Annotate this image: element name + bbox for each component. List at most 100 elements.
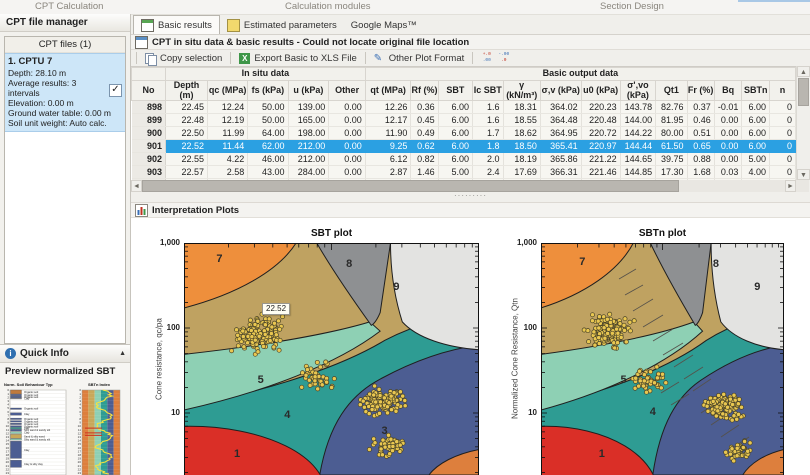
column-header[interactable]: Qt1 bbox=[655, 80, 688, 101]
panel-splitter[interactable]: ········· bbox=[131, 192, 810, 202]
preview-charts: Norm. Soil Behaviour Typ 0 1 2 3 4 5 6 7 8 9 10 11 12… bbox=[2, 381, 128, 475]
interpretation-plots-header: Interpretation Plots bbox=[131, 202, 810, 218]
table-row[interactable]: 903 22.57 2.58 43.00 284.00 0.00 2.87 1.46 5.00 2… bbox=[131, 165, 796, 179]
column-header[interactable]: γ (kN/m³) bbox=[502, 80, 541, 101]
table-cell: 903 bbox=[131, 165, 167, 179]
table-cell: 220.97 bbox=[581, 139, 621, 153]
scroll-up-icon[interactable]: ▲ bbox=[797, 66, 810, 77]
quick-info-panel: i Quick Info ▲ Preview normalized SBT No… bbox=[0, 344, 130, 475]
column-header[interactable]: Rf (%) bbox=[410, 80, 439, 101]
table-cell: 1.68 bbox=[687, 165, 715, 179]
column-header[interactable]: qc (MPa) bbox=[207, 80, 249, 101]
table-cell: 2.58 bbox=[207, 165, 249, 179]
table-cell: 0.88 bbox=[687, 152, 715, 166]
ribbon-tab-calculation-modules[interactable]: Calculation modules bbox=[285, 0, 371, 14]
tab-label: Google Maps™ bbox=[350, 20, 417, 31]
table-row[interactable]: 900 22.50 11.99 64.00 198.00 0.00 11.90 0.49 6.0… bbox=[131, 126, 796, 140]
table-cell: 0 bbox=[769, 152, 796, 166]
table-cell: 144.85 bbox=[620, 165, 657, 179]
table-row[interactable]: 899 22.48 12.19 50.00 165.00 0.00 12.17 0.45 6.0… bbox=[131, 113, 796, 127]
table-cell: 144.44 bbox=[620, 139, 657, 153]
table-cell: 0.00 bbox=[328, 165, 366, 179]
svg-text:Silty sand & sandy silt: Silty sand & sandy silt bbox=[24, 437, 50, 441]
table-cell: 0.00 bbox=[714, 126, 743, 140]
zone-9-label: 9 bbox=[754, 281, 761, 294]
ribbon-tab-cpt-calculation[interactable]: CPT Calculation bbox=[35, 0, 103, 14]
scroll-down-icon[interactable]: ▼ bbox=[797, 169, 810, 180]
table-cell: 902 bbox=[131, 152, 167, 166]
table-cell: 0.00 bbox=[328, 152, 366, 166]
toolbar-separator bbox=[472, 52, 474, 64]
column-header[interactable]: Fr (%) bbox=[686, 80, 715, 101]
table-row[interactable]: 902 22.55 4.22 46.00 212.00 0.00 6.12 0.82 6.00 2… bbox=[131, 152, 796, 166]
table-cell: 901 bbox=[131, 139, 167, 153]
column-header[interactable]: fs (kPa) bbox=[247, 80, 289, 101]
table-cell: 6.00 bbox=[438, 100, 474, 114]
column-header[interactable]: u (kPa) bbox=[287, 80, 330, 101]
tab-basic-results[interactable]: Basic results bbox=[133, 15, 220, 34]
scroll-right-icon[interactable]: ► bbox=[785, 180, 796, 192]
column-header[interactable]: No bbox=[131, 80, 167, 101]
column-header[interactable]: n bbox=[769, 80, 796, 101]
zone-7-label: 7 bbox=[216, 253, 223, 266]
sbtn-plot[interactable]: 7 8 9 5 4 1 bbox=[541, 243, 784, 475]
table-cell: 22.55 bbox=[165, 152, 209, 166]
column-header[interactable]: Depth (m) bbox=[165, 80, 209, 101]
column-header[interactable]: SBT bbox=[437, 80, 474, 101]
table-cell: 12.17 bbox=[365, 113, 412, 127]
column-header[interactable]: Other bbox=[328, 80, 366, 101]
table-cell: 220.48 bbox=[581, 113, 621, 127]
column-header[interactable]: Bq bbox=[713, 80, 743, 101]
zone-5-label: 5 bbox=[257, 373, 264, 386]
export-xls-button[interactable]: X Export Basic to XLS File bbox=[236, 52, 359, 64]
tab-estimated-parameters[interactable]: Estimated parameters bbox=[220, 17, 344, 34]
table-row[interactable]: 901 22.52 11.44 62.00 212.00 0.00 9.25 0.62 6.00… bbox=[131, 139, 796, 153]
table-cell: 62.00 bbox=[247, 139, 289, 153]
table-cell: 6.00 bbox=[741, 139, 770, 153]
table-row[interactable]: 898 22.45 12.24 50.00 139.00 0.00 12.26 0.36 6.0… bbox=[131, 100, 796, 114]
table-cell: 11.90 bbox=[365, 126, 412, 140]
svg-text:Norm. Soil Behaviour Typ: Norm. Soil Behaviour Typ bbox=[4, 382, 53, 387]
cpt-file-item[interactable]: 1. CPTU 7 Depth: 28.10 m Average results… bbox=[5, 53, 125, 132]
cpt-file-unit-weight: Soil unit weight: Auto calc. bbox=[8, 118, 107, 128]
copy-selection-button[interactable]: Copy selection bbox=[142, 52, 225, 66]
collapse-arrow-icon[interactable]: ▲ bbox=[119, 345, 126, 362]
column-header[interactable]: σ,v (kPa) bbox=[539, 80, 582, 101]
tab-google-maps[interactable]: Google Maps™ bbox=[344, 17, 424, 34]
column-header[interactable]: u0 (kPa) bbox=[580, 80, 621, 101]
norm-soil-behaviour-type-chart: Norm. Soil Behaviour Typ0123456789101112… bbox=[4, 382, 67, 475]
svg-text:Clay: Clay bbox=[24, 431, 30, 435]
table-cell: 0 bbox=[769, 100, 796, 114]
column-header[interactable]: σ',vo (kPa) bbox=[619, 80, 657, 101]
table-cell: 43.00 bbox=[247, 165, 289, 179]
results-table-container: In situ data Basic output data No Depth (m) q… bbox=[131, 66, 796, 181]
table-cell: 364.95 bbox=[540, 126, 582, 140]
app-window: CPT Calculation Calculation modules Sect… bbox=[0, 0, 810, 475]
table-cell: 4.22 bbox=[207, 152, 249, 166]
column-header[interactable]: qt (MPa) bbox=[364, 80, 412, 101]
hscroll-thumb[interactable] bbox=[142, 180, 679, 192]
table-vertical-scrollbar[interactable]: ▲ ▼ bbox=[796, 66, 810, 180]
vscroll-thumb[interactable] bbox=[798, 78, 809, 106]
copy-selection-label: Copy selection bbox=[160, 52, 223, 64]
table-cell: 366.31 bbox=[540, 165, 582, 179]
cpt-file-depth: Depth: 28.10 m bbox=[8, 68, 67, 78]
table-cell: 0.62 bbox=[410, 139, 439, 153]
column-header[interactable]: SBTn bbox=[741, 80, 770, 101]
table-cell: 81.95 bbox=[655, 113, 688, 127]
increase-decimal-icon[interactable]: +.0.00 bbox=[479, 51, 494, 65]
average-results-checkbox[interactable]: ✓ bbox=[109, 84, 122, 97]
svg-text:SBTn Index: SBTn Index bbox=[88, 382, 111, 387]
sbt-plot[interactable]: 7 8 9 5 4 3 1 22.52 bbox=[184, 243, 479, 475]
table-cell: 0.45 bbox=[410, 113, 439, 127]
quick-info-header[interactable]: i Quick Info ▲ bbox=[0, 345, 130, 363]
copy-icon bbox=[145, 52, 157, 66]
scroll-left-icon[interactable]: ◄ bbox=[131, 180, 142, 192]
ribbon-tab-section-design[interactable]: Section Design bbox=[600, 0, 664, 14]
other-plot-format-button[interactable]: ✎ Other Plot Format bbox=[371, 53, 468, 64]
table-cell: 0.49 bbox=[410, 126, 439, 140]
scrollbar-corner bbox=[796, 180, 809, 192]
decrease-decimal-icon[interactable]: -.00.0 bbox=[496, 51, 511, 65]
table-cell: 5.00 bbox=[741, 152, 770, 166]
column-header[interactable]: Ic SBT bbox=[472, 80, 504, 101]
